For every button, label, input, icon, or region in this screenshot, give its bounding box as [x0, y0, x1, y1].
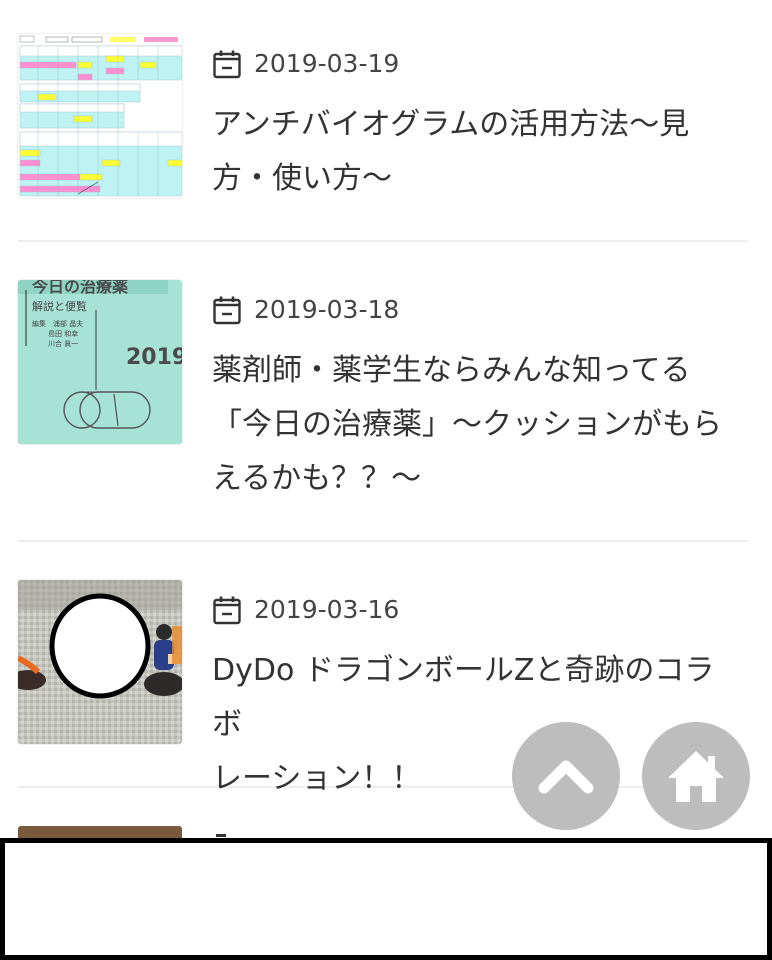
- article-card[interactable]: 2019-03-19 アンチバイオグラムの活用方法〜見 方・使い方〜: [18, 34, 748, 242]
- calendar-icon: [213, 50, 241, 79]
- article-thumbnail[interactable]: [18, 580, 182, 744]
- article-date: 2019-03-18: [254, 295, 400, 324]
- article-card-partial[interactable]: [18, 826, 182, 838]
- article-title[interactable]: アンチバイオグラムの活用方法〜見 方・使い方〜: [212, 98, 738, 206]
- article-date: 2019-03-19: [254, 49, 400, 78]
- article-title-line[interactable]: アンチバイオグラムの活用方法〜見: [212, 98, 738, 152]
- article-card[interactable]: 2019-03-16 DyDo ドラゴンボールZと奇跡のコラボ レーション！！: [18, 580, 748, 796]
- article-thumbnail[interactable]: [18, 34, 182, 198]
- article-title-line[interactable]: 「今日の治療薬」〜クッションがもら: [212, 398, 738, 452]
- dragonball-figure-thumbnail-image: [18, 580, 182, 744]
- antibiogram-thumbnail-image: [18, 34, 182, 198]
- home-icon: [668, 751, 724, 802]
- calendar-icon: [213, 296, 241, 325]
- privacy-mask: [49, 593, 151, 699]
- svg-text:編集 浦部 晶夫: 編集 浦部 晶夫: [32, 319, 83, 328]
- svg-text:解説と便覧: 解説と便覧: [32, 299, 87, 313]
- svg-text:川合 眞一: 川合 眞一: [48, 339, 78, 348]
- ad-banner-placeholder: [0, 838, 772, 960]
- calendar-icon: [213, 596, 241, 625]
- svg-text:島田 和幸: 島田 和幸: [48, 329, 78, 338]
- chevron-up-icon: [538, 760, 594, 794]
- svg-text:今日の治療薬: 今日の治療薬: [31, 280, 129, 296]
- article-title-line[interactable]: 方・使い方〜: [212, 152, 738, 206]
- article-date: 2019-03-16: [254, 595, 400, 624]
- drug-book-thumbnail-image: 今日の治療薬 解説と便覧 編集 浦部 晶夫 島田 和幸 川合 眞一 2019: [18, 280, 182, 444]
- article-title-line[interactable]: えるかも？？〜: [212, 452, 738, 506]
- article-thumbnail[interactable]: 今日の治療薬 解説と便覧 編集 浦部 晶夫 島田 和幸 川合 眞一 2019: [18, 280, 182, 444]
- book-year-label: 2019: [126, 345, 182, 370]
- home-button[interactable]: [642, 722, 750, 830]
- article-title-line[interactable]: 薬剤師・薬学生ならみんな知ってる: [212, 344, 738, 398]
- article-card[interactable]: 今日の治療薬 解説と便覧 編集 浦部 晶夫 島田 和幸 川合 眞一 2019 2…: [18, 280, 748, 542]
- scroll-to-top-button[interactable]: [512, 722, 620, 830]
- article-title[interactable]: 薬剤師・薬学生ならみんな知ってる 「今日の治療薬」〜クッションがもら えるかも？…: [212, 344, 738, 506]
